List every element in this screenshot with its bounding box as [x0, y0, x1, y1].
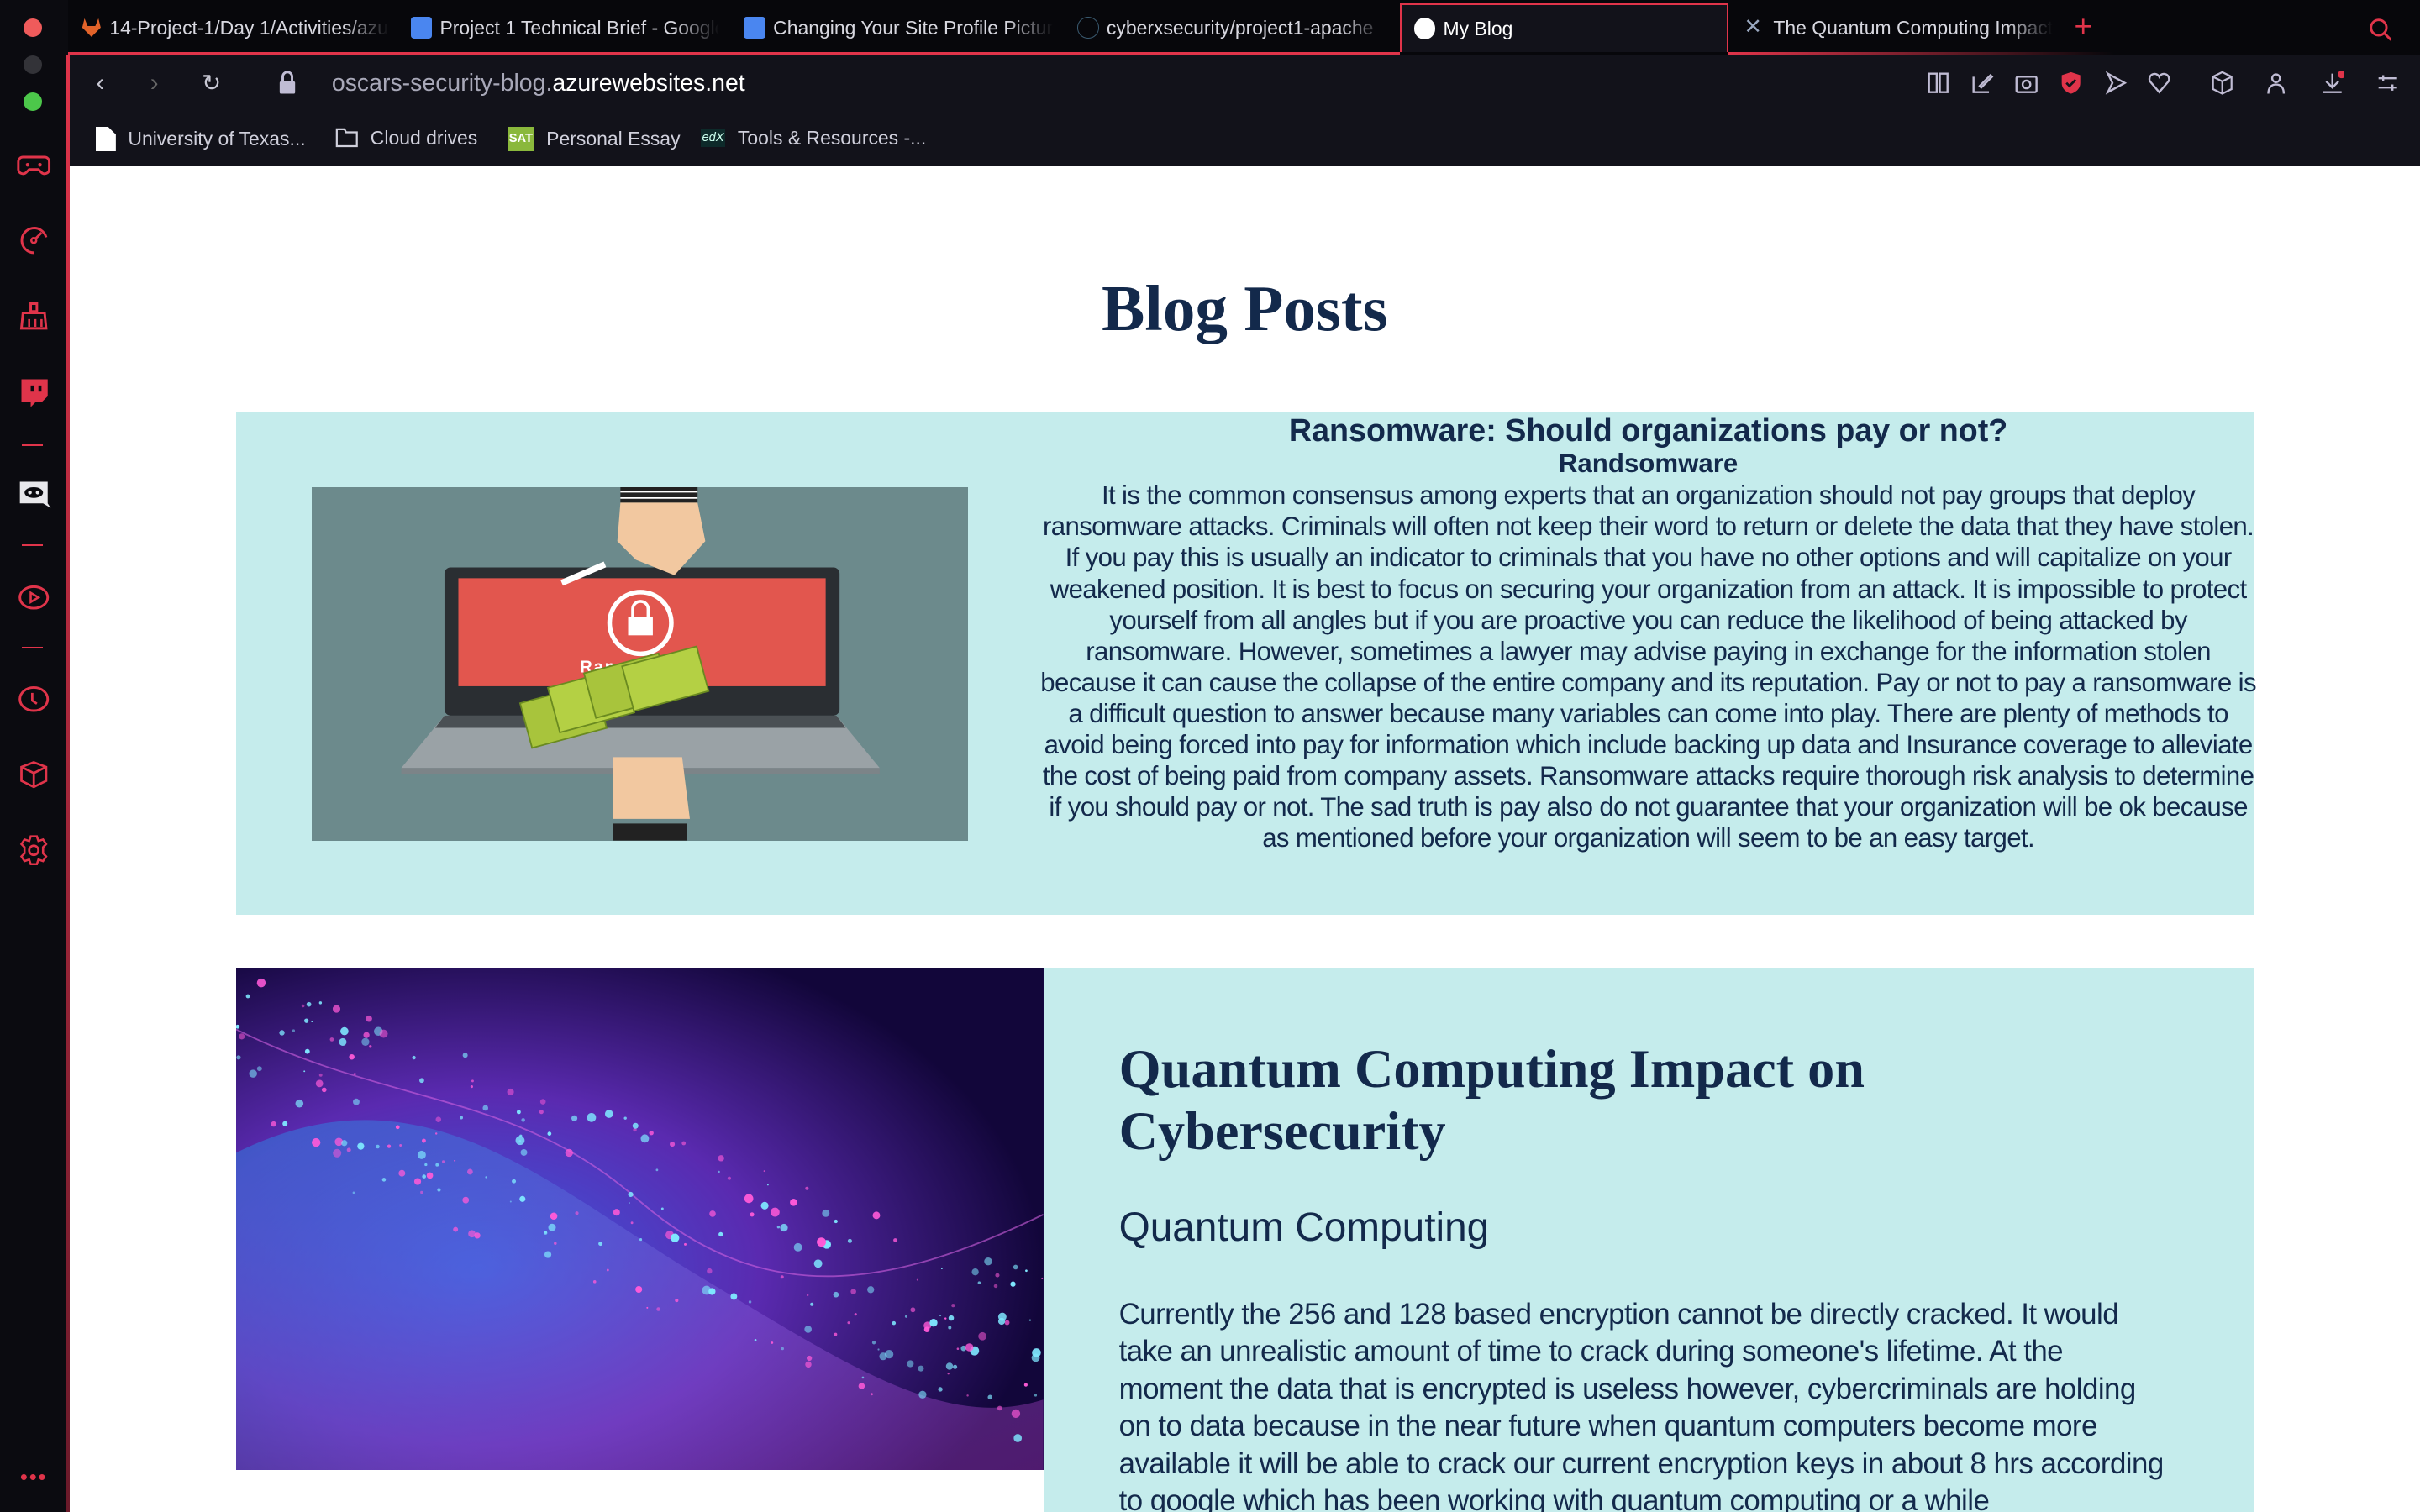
bookmark-personal-essay[interactable]: SAT Personal Essay — [508, 126, 681, 151]
minimize-window-button[interactable] — [23, 55, 42, 75]
ransomware-image: Ransomware — [311, 487, 968, 841]
tab-bar: 14-Project-1/Day 1/Activities/azure Proj… — [67, 0, 2420, 56]
tab-gitlab[interactable]: 14-Project-1/Day 1/Activities/azure — [81, 9, 389, 46]
web-page: Blog Posts Ransomware: Should organizati… — [69, 166, 2420, 1512]
download-icon[interactable] — [2320, 71, 2344, 95]
post-body: Currently the 256 and 128 based encrypti… — [1118, 1297, 2165, 1512]
history-clock-icon[interactable] — [17, 682, 50, 716]
broom-icon[interactable] — [17, 299, 50, 333]
heart-icon[interactable] — [2147, 71, 2171, 95]
edx-icon: edX — [700, 129, 726, 148]
fullscreen-window-button[interactable] — [23, 92, 42, 112]
speedometer-icon[interactable] — [17, 223, 50, 257]
blog-post-quantum: Quantum Computing Impact on Cybersecurit… — [236, 967, 2254, 1512]
docker-icon — [1077, 17, 1099, 39]
tab-my-blog[interactable]: My Blog — [1399, 3, 1729, 53]
bookmark-cloud-drives[interactable]: Cloud drives — [335, 127, 477, 150]
cube-icon[interactable] — [2210, 71, 2234, 96]
post-subtitle: Quantum Computing — [1118, 1205, 1490, 1251]
back-button[interactable]: ‹ — [88, 71, 113, 95]
gitlab-icon — [82, 18, 101, 38]
tab-underline — [1728, 52, 2115, 55]
lock-icon[interactable] — [278, 71, 297, 95]
camera-icon[interactable] — [2014, 71, 2039, 95]
folder-icon — [335, 128, 358, 148]
sidebar-divider — [21, 444, 44, 446]
google-docs-icon — [410, 17, 433, 39]
search-tabs-icon[interactable] — [2368, 17, 2392, 41]
post-title: Quantum Computing Impact on Cybersecurit… — [1118, 1039, 1865, 1161]
tab-docker[interactable]: cyberxsecurity/project1-apache — [1077, 9, 1386, 46]
post-content: Quantum Computing Impact on Cybersecurit… — [1043, 967, 2254, 1512]
post-content: Ransomware: Should organizations pay or … — [1039, 412, 2258, 853]
adblock-shield-icon[interactable] — [2059, 71, 2083, 95]
reload-button[interactable]: ↻ — [199, 71, 224, 95]
address-bar-row: ‹ › ↻ oscars-security-blog.azurewebsites… — [69, 55, 2420, 112]
snapshot-edit-icon[interactable] — [1970, 71, 1995, 95]
extensions-cube-icon[interactable] — [17, 758, 50, 791]
reader-mode-icon[interactable] — [1926, 71, 1950, 95]
google-docs-icon — [744, 17, 765, 39]
post-subtitle: Randsomware — [1558, 449, 1739, 479]
sat-icon: SAT — [508, 126, 534, 151]
close-window-button[interactable] — [23, 18, 42, 38]
tab-project-brief[interactable]: Project 1 Technical Brief - Google Docs — [410, 9, 719, 46]
more-options-icon[interactable]: ••• — [20, 1466, 48, 1490]
settings-gear-icon[interactable] — [17, 833, 50, 867]
post-title: Ransomware: Should organizations pay or … — [1288, 412, 2008, 449]
sidebar-divider — [21, 544, 44, 547]
x-icon: ✕ — [1744, 15, 1763, 39]
tab-quantum[interactable]: ✕ The Quantum Computing Impact — [1744, 9, 2053, 46]
bookmark-tools-resources[interactable]: edX Tools & Resources -... — [700, 127, 926, 150]
bookmark-university[interactable]: University of Texas... — [95, 126, 306, 151]
blog-post-ransomware: Ransomware Ransomware: Should organizati… — [236, 412, 2257, 916]
new-tab-button[interactable]: + — [2075, 9, 2092, 45]
url-field[interactable]: oscars-security-blog.azurewebsites.net — [332, 70, 745, 97]
gamepad-icon[interactable] — [17, 148, 51, 181]
bookmarks-bar: University of Texas... Cloud drives SAT … — [69, 111, 2420, 167]
easy-setup-icon[interactable] — [2375, 71, 2400, 95]
discord-icon[interactable] — [17, 477, 51, 511]
twitch-icon[interactable] — [17, 375, 50, 408]
quantum-network-image — [236, 967, 1044, 1471]
post-body: It is the common consensus among experts… — [1040, 480, 2256, 853]
player-icon[interactable] — [17, 580, 50, 614]
profile-icon[interactable] — [2264, 71, 2288, 95]
page-title: Blog Posts — [1101, 272, 1388, 345]
send-icon[interactable] — [2103, 71, 2128, 96]
sidebar-divider — [21, 646, 44, 648]
tab-site-profile[interactable]: Changing Your Site Profile Picture — [744, 9, 1053, 46]
browser-sidebar: ••• — [0, 0, 70, 1512]
file-icon — [95, 126, 116, 151]
tab-underline — [67, 52, 1400, 55]
forward-button[interactable]: › — [142, 71, 166, 95]
globe-icon — [1413, 18, 1436, 39]
